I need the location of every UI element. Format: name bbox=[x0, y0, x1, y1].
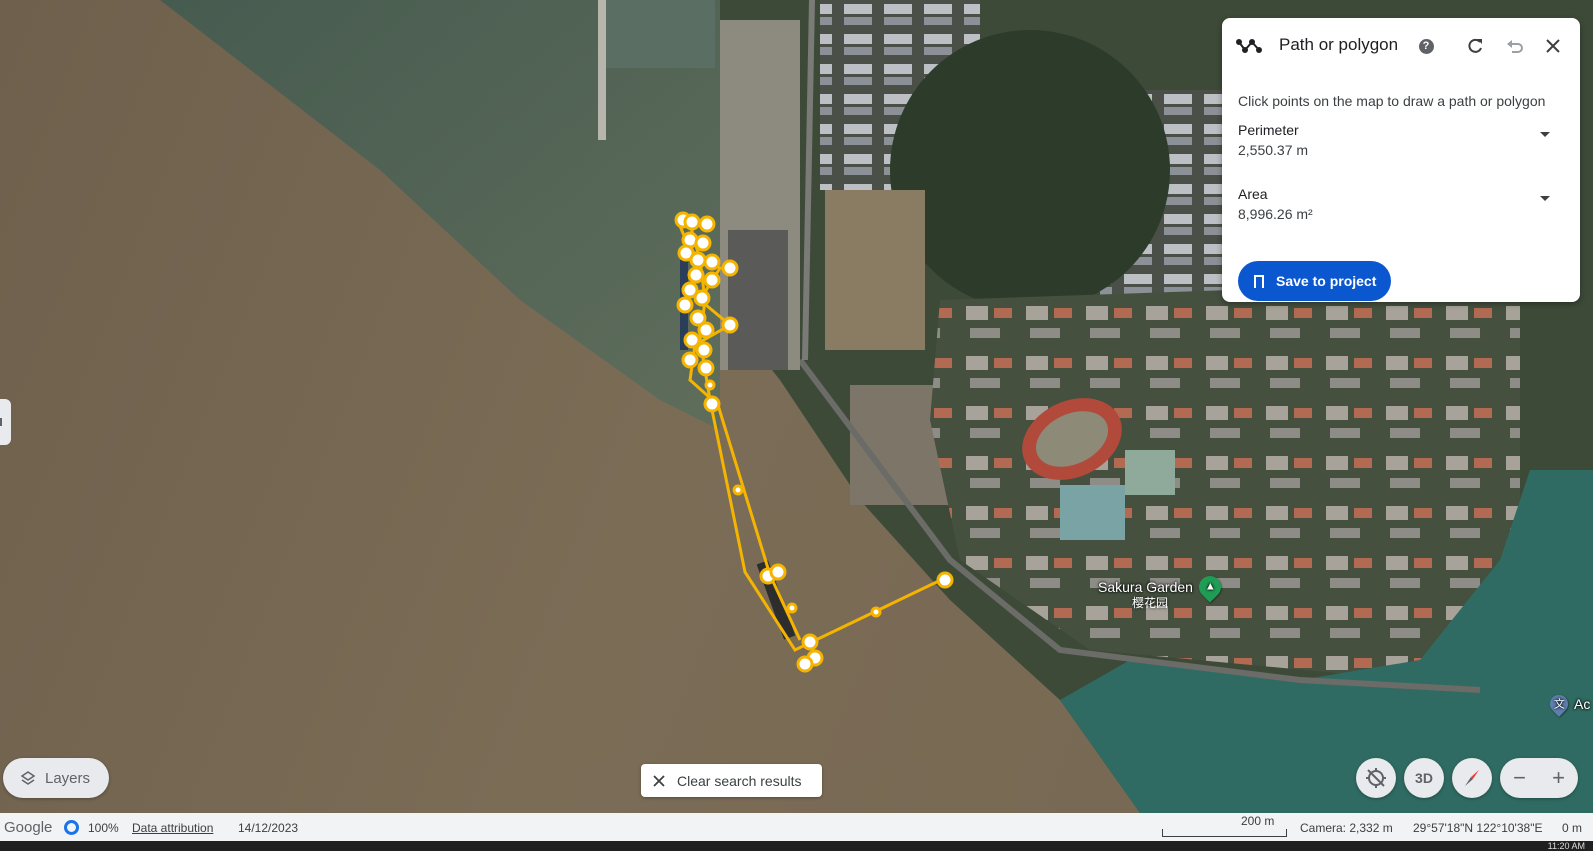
measure-panel: Path or polygon ? Click points on the ma… bbox=[1222, 18, 1580, 302]
chevron-down-icon[interactable] bbox=[1540, 196, 1550, 201]
undo-icon bbox=[1507, 40, 1523, 53]
three-d-label: 3D bbox=[1415, 770, 1433, 786]
clock: 11:20 AM bbox=[1547, 841, 1585, 851]
zoom-out-icon: − bbox=[1513, 765, 1526, 790]
pin-icon: ▲ bbox=[1194, 571, 1226, 603]
layers-label: Layers bbox=[45, 769, 91, 787]
pin-icon: 文 bbox=[1546, 691, 1572, 717]
data-attribution-link[interactable]: Data attribution bbox=[132, 821, 213, 835]
perimeter-value: 2,550.37 m bbox=[1238, 142, 1309, 158]
clear-search-results-button[interactable]: Clear search results bbox=[641, 764, 822, 797]
close-icon bbox=[1546, 39, 1560, 53]
save-label: Save to project bbox=[1276, 273, 1377, 289]
google-logo: Google bbox=[4, 819, 53, 836]
panel-title: Path or polygon bbox=[1279, 35, 1399, 54]
help-icon: ? bbox=[1418, 38, 1434, 54]
area-label: Area bbox=[1238, 186, 1268, 202]
compass-icon bbox=[1465, 770, 1479, 786]
panel-hint: Click points on the map to draw a path o… bbox=[1238, 93, 1546, 109]
perimeter-label: Perimeter bbox=[1238, 122, 1299, 138]
layers-icon bbox=[21, 771, 35, 785]
poi-edge-label: Ac bbox=[1574, 696, 1591, 712]
scale-label: 200 m bbox=[1241, 814, 1275, 828]
status-bar: Google 100% Data attribution 14/12/2023 … bbox=[0, 813, 1593, 841]
poi-sakura-garden[interactable]: Sakura Garden ▲ 樱花园 bbox=[1098, 571, 1226, 610]
panel-header: Path or polygon ? bbox=[1222, 18, 1580, 74]
camera-altitude: Camera: 2,332 m bbox=[1300, 821, 1393, 835]
load-percent: 100% bbox=[88, 821, 119, 835]
compass-button[interactable] bbox=[1452, 758, 1492, 798]
my-location-button[interactable] bbox=[1356, 758, 1396, 798]
zoom-control: − + bbox=[1500, 758, 1578, 798]
layers-button[interactable]: Layers bbox=[3, 758, 109, 798]
cursor-coordinates: 29°57'18"N 122°10'38"E bbox=[1413, 821, 1543, 835]
poi-edge[interactable]: 文 Ac bbox=[1546, 691, 1591, 717]
poi-sublabel: 樱花园 bbox=[1132, 596, 1169, 610]
redo-icon bbox=[1468, 38, 1482, 53]
path-icon bbox=[1236, 39, 1262, 53]
poi-label: Sakura Garden bbox=[1098, 579, 1193, 595]
taskbar: 11:20 AM bbox=[0, 841, 1593, 851]
toggle-3d-button[interactable]: 3D bbox=[1404, 758, 1444, 798]
area-value: 8,996.26 m² bbox=[1238, 206, 1313, 222]
close-button[interactable] bbox=[1541, 34, 1565, 58]
zoom-out-button[interactable]: − bbox=[1500, 758, 1539, 798]
zoom-in-button[interactable]: + bbox=[1539, 758, 1578, 798]
undo-button[interactable] bbox=[1503, 34, 1527, 58]
x-icon bbox=[653, 774, 665, 787]
bookmark-icon bbox=[1254, 274, 1264, 292]
app: Sakura Garden ▲ 樱花园 文 Ac Path or polygon… bbox=[0, 0, 1593, 851]
imagery-date: 14/12/2023 bbox=[238, 821, 299, 835]
redo-button[interactable] bbox=[1463, 34, 1487, 58]
elevation: 0 m bbox=[1562, 821, 1583, 835]
scale-bar bbox=[1162, 829, 1287, 837]
perimeter-section[interactable]: Perimeter 2,550.37 m bbox=[1238, 122, 1564, 166]
location-off-icon bbox=[1366, 768, 1386, 788]
loading-ring-icon bbox=[64, 820, 79, 835]
chevron-down-icon[interactable] bbox=[1540, 132, 1550, 137]
area-section[interactable]: Area 8,996.26 m² bbox=[1238, 186, 1564, 230]
clear-label: Clear search results bbox=[677, 772, 802, 789]
save-to-project-button[interactable]: Save to project bbox=[1238, 261, 1391, 301]
side-panel-toggle[interactable] bbox=[0, 399, 11, 445]
help-button[interactable]: ? bbox=[1414, 34, 1438, 58]
zoom-in-icon: + bbox=[1552, 765, 1565, 790]
